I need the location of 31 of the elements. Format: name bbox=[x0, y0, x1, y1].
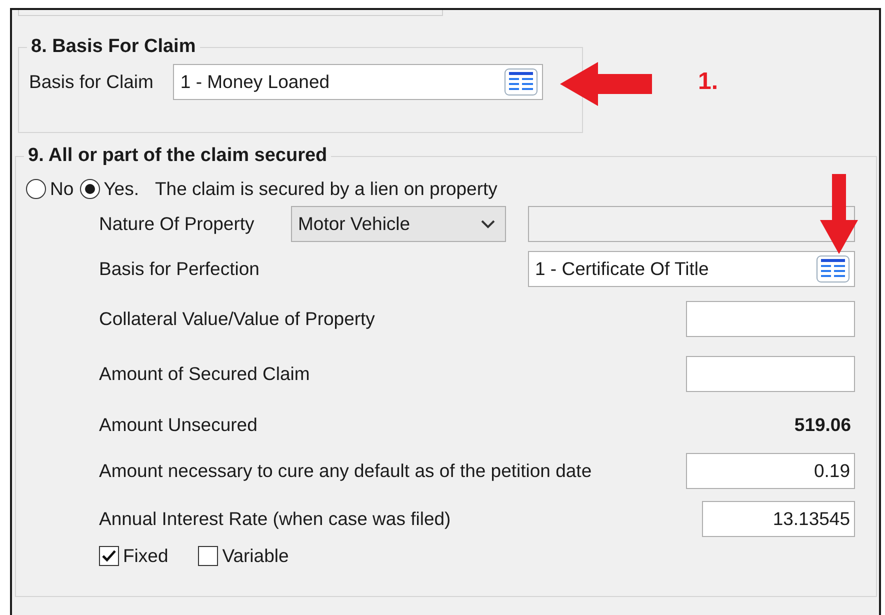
arrow-down-icon bbox=[820, 174, 858, 254]
input-field[interactable]: 1 - Certificate Of Title bbox=[528, 251, 855, 287]
list-icon[interactable] bbox=[504, 68, 538, 96]
radio-button[interactable]: Yes. bbox=[80, 178, 139, 200]
list-icon[interactable] bbox=[816, 255, 850, 283]
property-dropdown[interactable]: Motor Vehicle bbox=[291, 206, 506, 242]
chevron-down-icon bbox=[481, 220, 495, 228]
field-label: Amount of Secured Claim bbox=[99, 363, 310, 385]
input-field[interactable]: 1 - Money Loaned bbox=[173, 64, 544, 100]
group-title: 9. All or part of the claim secured bbox=[27, 145, 328, 167]
input-field[interactable] bbox=[686, 301, 855, 337]
group-title: 8. Basis For Claim bbox=[30, 36, 197, 58]
field-label: Collateral Value/Value of Property bbox=[99, 308, 375, 330]
input-field[interactable]: 0.19 bbox=[686, 453, 855, 489]
radio-description: The claim is secured by a lien on property bbox=[154, 178, 498, 200]
radio-button[interactable]: No bbox=[26, 178, 74, 200]
checkbox[interactable]: Fixed bbox=[99, 545, 168, 567]
field-label: Nature Of Property bbox=[99, 213, 254, 235]
amount-value: 519.06 bbox=[794, 414, 852, 436]
field-label: Amount necessary to cure any default as of the petition date bbox=[99, 460, 592, 482]
field-label: Basis for Perfection bbox=[99, 258, 260, 280]
input-field[interactable]: 13.13545 bbox=[702, 501, 855, 537]
field-label: Basis for Claim bbox=[29, 71, 154, 93]
field-label: Annual Interest Rate (when case was filed) bbox=[99, 508, 451, 530]
check-icon bbox=[102, 550, 116, 562]
input-field[interactable] bbox=[686, 356, 855, 392]
checkbox[interactable]: Variable bbox=[198, 545, 289, 567]
arrow-left-icon bbox=[560, 62, 652, 106]
input-field[interactable] bbox=[528, 206, 855, 242]
step-label: 1. bbox=[698, 68, 718, 96]
field-label: Amount Unsecured bbox=[99, 414, 258, 436]
